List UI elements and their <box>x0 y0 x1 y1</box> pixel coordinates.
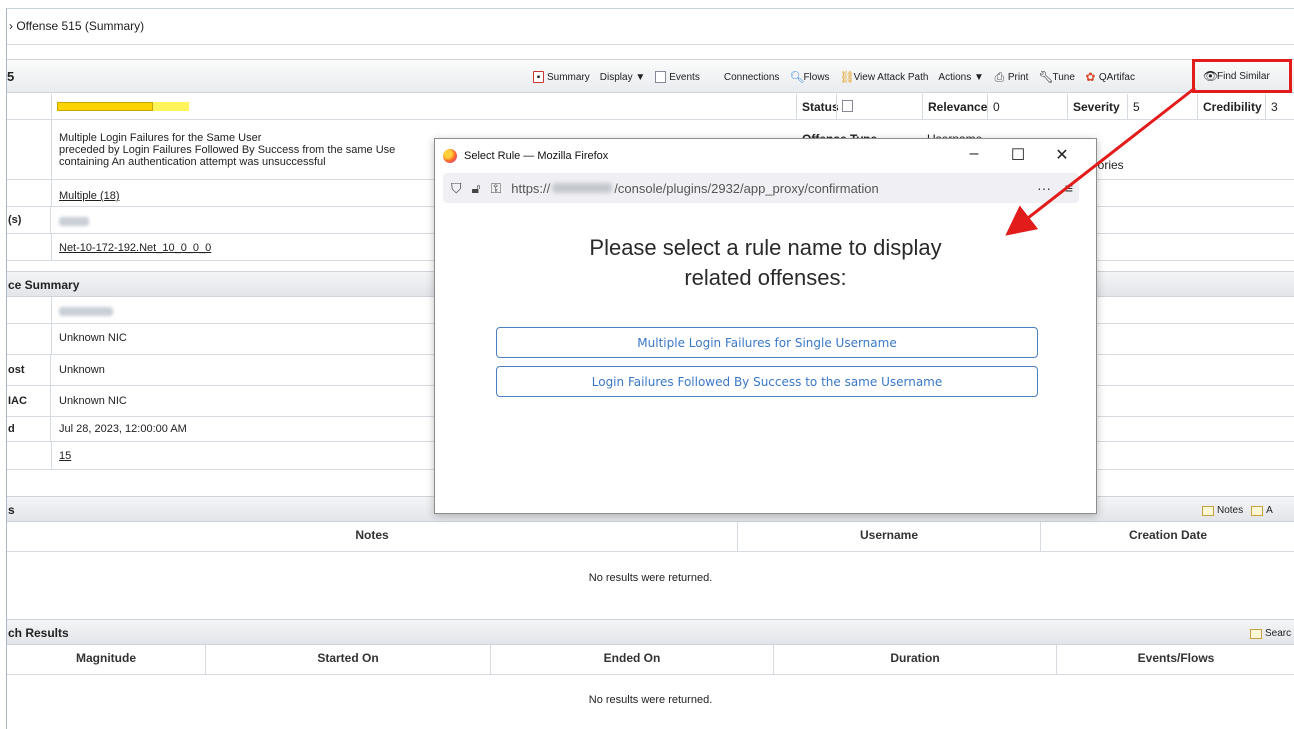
multiple-link[interactable]: Multiple (18) <box>59 190 120 202</box>
add-note-icon <box>1251 505 1264 516</box>
permissions-icon: ⚿ <box>490 179 502 196</box>
tune-button[interactable]: 🔧︎ Tune <box>1038 71 1074 83</box>
select-rule-dialog: Select Rule — Mozilla Firefox – ☐ ✕ ⛉ 🔓︎… <box>434 138 1097 514</box>
redacted-source-name <box>59 306 113 316</box>
dialog-heading: Please select a rule name to display rel… <box>589 235 942 290</box>
severity-value: 5 <box>1127 94 1197 119</box>
credibility-label: Credibility <box>1197 94 1265 119</box>
hamburger-menu-icon[interactable]: ≡ <box>1065 180 1073 196</box>
search-table-header: Magnitude Started On Ended On Duration E… <box>7 645 1294 675</box>
search-button[interactable]: Searc <box>1265 628 1291 639</box>
print-button[interactable]: ⎙ Print <box>994 71 1029 83</box>
col-events-flows[interactable]: Events/Flows <box>1057 645 1294 674</box>
summary-button[interactable]: ▪ Summary <box>533 71 590 83</box>
notes-empty-message: No results were returned. <box>588 572 713 584</box>
close-icon[interactable]: ✕ <box>1040 145 1084 165</box>
severity-label: Severity <box>1067 94 1127 119</box>
lock-icon: 🔓︎ <box>471 179 481 196</box>
col-creation-date[interactable]: Creation Date <box>1041 522 1294 551</box>
notes-icon <box>1202 505 1214 516</box>
wrench-icon: 🔧︎ <box>1038 70 1054 84</box>
events-button[interactable]: Events <box>655 71 700 83</box>
ip-label: (s) <box>7 207 51 233</box>
eye-icon: 👁︎ <box>1203 69 1219 83</box>
url-path: /console/plugins/2932/app_proxy/confirma… <box>614 180 879 196</box>
firefox-logo-icon <box>443 149 457 163</box>
qartifact-button[interactable]: ✿ QArtifac <box>1085 71 1135 83</box>
add-note-button[interactable]: A <box>1266 505 1273 516</box>
search-empty-message: No results were returned. <box>588 694 713 706</box>
relevance-value: 0 <box>987 94 1067 119</box>
notes-table-header: Notes Username Creation Date <box>7 522 1294 552</box>
breadcrumb: › Offense 515 (Summary) <box>7 9 1294 45</box>
offense-title-fragment: 5 <box>7 69 15 84</box>
magnitude-bar-remainder <box>153 102 189 111</box>
maximize-icon[interactable]: ☐ <box>996 145 1040 165</box>
address-bar[interactable]: ⛉ 🔓︎ ⚿ https:// /console/plugins/2932/ap… <box>443 173 1079 203</box>
network-link[interactable]: Net-10-172-192.Net_10_0_0_0 <box>59 242 211 254</box>
dialog-titlebar: Select Rule — Mozilla Firefox – ☐ ✕ <box>435 139 1096 173</box>
flows-button[interactable]: 🔍︎ Flows <box>789 71 829 83</box>
redacted-ip <box>59 216 89 226</box>
find-similar-button[interactable]: 👁︎ Find Similar <box>1192 59 1292 93</box>
status-label: Status <box>796 94 839 119</box>
redacted-host <box>552 183 613 193</box>
printer-icon: ⎙ <box>994 70 1005 84</box>
toolbar-actions: ▪ Summary Display ▼ Events Connections 🔍︎… <box>533 60 1145 94</box>
col-ended-on[interactable]: Ended On <box>491 645 774 674</box>
minimize-icon[interactable]: – <box>952 145 996 165</box>
attack-path-icon: ⛓ <box>839 70 855 84</box>
view-attack-path-button[interactable]: ⛓ View Attack Path <box>840 71 929 83</box>
qartifact-icon: ✿ <box>1085 70 1096 84</box>
document-icon: ▪ <box>533 71 544 83</box>
offense-toolbar: 5 ▪ Summary Display ▼ Events Connections … <box>7 59 1294 93</box>
col-username[interactable]: Username <box>738 522 1041 551</box>
actions-menu[interactable]: Actions ▼ <box>938 72 983 83</box>
col-notes[interactable]: Notes <box>7 522 738 551</box>
status-value <box>836 94 922 119</box>
shield-icon: ⛉ <box>451 179 462 196</box>
connections-button[interactable]: Connections <box>724 72 780 83</box>
dialog-window-title: Select Rule — Mozilla Firefox <box>464 150 609 162</box>
col-duration[interactable]: Duration <box>774 645 1057 674</box>
col-magnitude[interactable]: Magnitude <box>7 645 206 674</box>
display-menu[interactable]: Display ▼ <box>600 72 645 83</box>
magnitude-row: Status Relevance 0 Severity 5 Credibilit… <box>7 94 1294 120</box>
status-icon <box>842 100 853 112</box>
search-results-header: ch Results Searc <box>7 619 1294 645</box>
magnitude-bar <box>57 102 153 111</box>
notes-button[interactable]: Notes <box>1217 505 1243 516</box>
offense-description: Multiple Login Failures for the Same Use… <box>59 132 396 168</box>
credibility-value: 3 <box>1265 94 1294 119</box>
events-icon <box>655 71 667 83</box>
search-icon: 🔍︎ <box>789 70 805 84</box>
more-options-icon[interactable]: ··· <box>1037 180 1051 196</box>
categories-fragment: jories <box>1095 158 1124 172</box>
relevance-label: Relevance <box>922 94 987 119</box>
rule-option-login-failures-followed-by-success[interactable]: Login Failures Followed By Success to th… <box>496 366 1038 397</box>
rule-option-multiple-login-failures[interactable]: Multiple Login Failures for Single Usern… <box>496 327 1038 358</box>
col-started-on[interactable]: Started On <box>206 645 491 674</box>
search-results-icon <box>1250 628 1262 639</box>
url-prefix: https:// <box>511 180 551 196</box>
count-link[interactable]: 15 <box>59 450 71 462</box>
